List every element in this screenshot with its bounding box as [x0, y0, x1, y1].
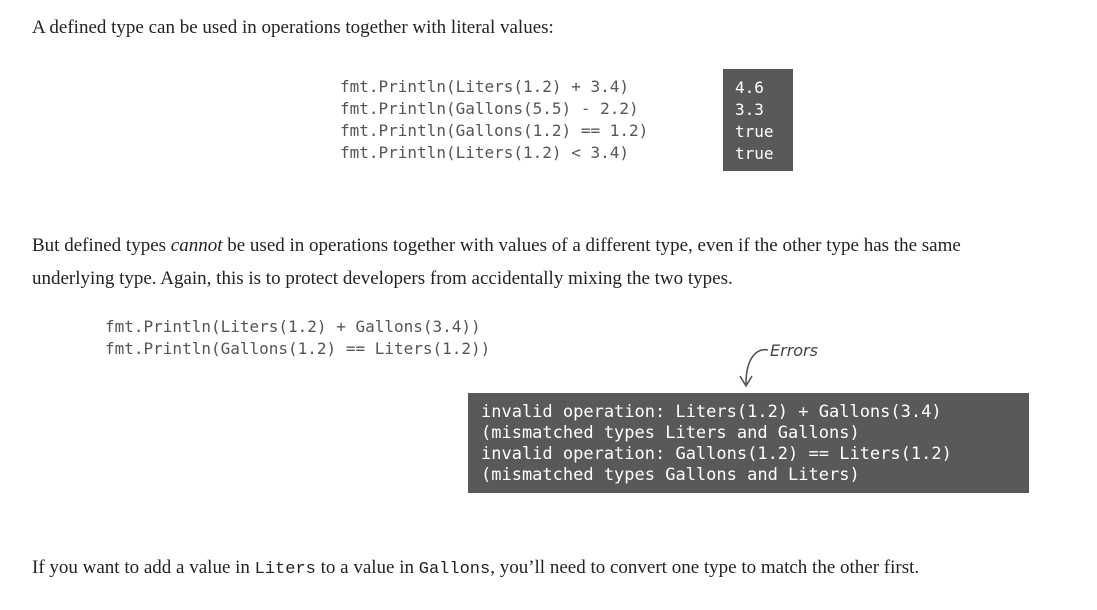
output-line: 4.6 — [735, 78, 764, 97]
code-line: fmt.Println(Gallons(1.2) == Liters(1.2)) — [105, 339, 491, 358]
inline-code-liters: Liters — [254, 560, 316, 579]
error-output-box: invalid operation: Liters(1.2) + Gallons… — [468, 393, 1029, 493]
code-line: fmt.Println(Gallons(5.5) - 2.2) — [340, 99, 639, 118]
intro-text: A defined type can be used in operations… — [32, 17, 554, 38]
mismatch-paragraph: But defined types cannot be used in oper… — [32, 229, 961, 295]
code-example-literals: fmt.Println(Liters(1.2) + 3.4) fmt.Printl… — [340, 76, 648, 164]
code-output-box: 4.6 3.3 true true — [723, 69, 793, 171]
error-line: (mismatched types Gallons and Liters) — [481, 465, 860, 485]
errors-annotation: Errors — [770, 341, 818, 360]
error-line: (mismatched types Liters and Gallons) — [481, 423, 860, 443]
error-line: invalid operation: Gallons(1.2) == Liter… — [481, 444, 952, 464]
conversion-paragraph: If you want to add a value in Liters to … — [32, 551, 919, 586]
output-line: 3.3 — [735, 100, 764, 119]
code-line: fmt.Println(Gallons(1.2) == 1.2) — [340, 121, 649, 140]
output-line: true — [735, 122, 774, 141]
code-line: fmt.Println(Liters(1.2) < 3.4) — [340, 143, 629, 162]
intro-paragraph: A defined type can be used in operations… — [32, 11, 554, 44]
conversion-text-3: , you’ll need to convert one type to mat… — [490, 557, 920, 578]
conversion-text-2: to a value in — [315, 557, 419, 578]
code-line: fmt.Println(Liters(1.2) + Gallons(3.4)) — [105, 317, 481, 336]
code-line: fmt.Println(Liters(1.2) + 3.4) — [340, 77, 629, 96]
conversion-text-1: If you want to add a value in — [32, 557, 255, 578]
inline-code-gallons: Gallons — [418, 560, 491, 579]
output-line: true — [735, 144, 774, 163]
mismatch-text-line2: underlying type. Again, this is to prote… — [32, 268, 733, 289]
mismatch-text-start: But defined types — [32, 235, 171, 256]
annotation-arrow-icon — [739, 348, 769, 388]
code-example-mismatch: fmt.Println(Liters(1.2) + Gallons(3.4)) f… — [105, 316, 490, 360]
error-line: invalid operation: Liters(1.2) + Gallons… — [481, 402, 942, 422]
emphasis-cannot: cannot — [170, 235, 223, 256]
mismatch-text-rest: be used in operations together with valu… — [222, 235, 961, 256]
